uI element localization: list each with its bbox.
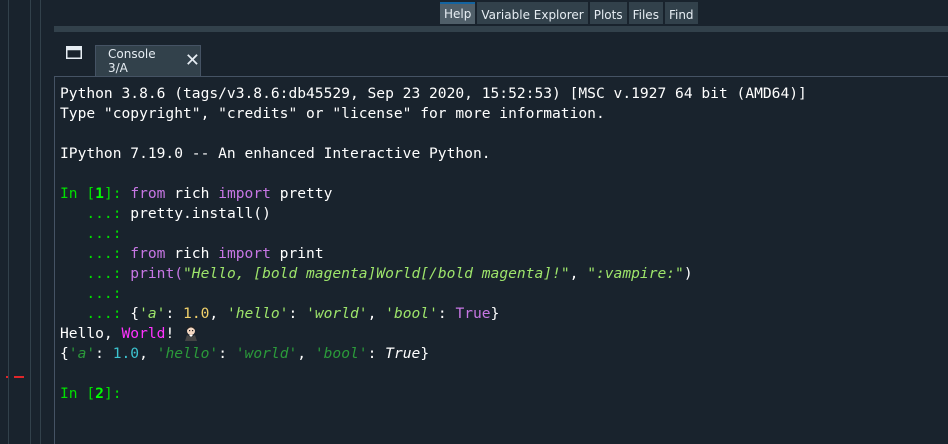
window-options-icon[interactable] [66,46,82,59]
tab-help[interactable]: Help [440,2,476,24]
vampire-icon [185,326,198,341]
continuation-prompt: ...: [60,265,131,282]
continuation-prompt: ...: [60,225,122,242]
error-marker-dot [6,376,8,378]
pane-splitter[interactable] [40,0,55,444]
tab-find[interactable]: Find [664,2,698,24]
continuation-prompt: ...: [60,205,131,222]
pane-tab-bar: Help Variable Explorer Plots Files Find [440,2,698,24]
console-tab-label: Console 3/A [108,47,156,75]
banner-line: Python 3.8.6 (tags/v3.8.6:db45529, Sep 2… [60,85,807,102]
tab-files[interactable]: Files [628,2,663,24]
continuation-prompt: ...: [60,245,131,262]
close-icon[interactable]: ✕ [185,52,200,70]
tab-console[interactable]: Console 3/A ✕ [95,45,201,76]
continuation-prompt: ...: [60,305,131,322]
input-prompt: In [1]: [60,185,131,202]
input-prompt[interactable]: In [2]: [60,385,122,402]
output-hello: Hello, World! [60,325,184,342]
tab-plots[interactable]: Plots [589,2,627,24]
console-text: Python 3.8.6 (tags/v3.8.6:db45529, Sep 2… [60,85,807,402]
gutter-line [30,0,31,444]
tab-variable-explorer[interactable]: Variable Explorer [477,2,588,24]
gutter-line [8,0,9,444]
error-marker[interactable] [14,376,24,378]
continuation-prompt: ...: [60,285,122,302]
pretty-output: {'a': 1.0, 'hello': 'world', 'bool': Tru… [60,345,430,362]
banner-line: IPython 7.19.0 -- An enhanced Interactiv… [60,145,491,162]
code-line: pretty.install() [130,205,271,222]
banner-line: Type "copyright", "credits" or "license"… [60,105,605,122]
editor-gutter [0,0,40,444]
